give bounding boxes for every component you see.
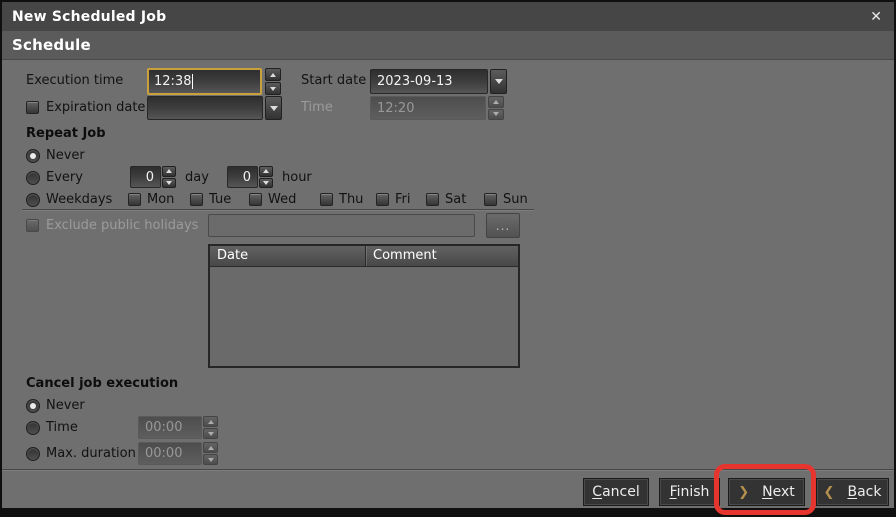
execution-time-input[interactable]: 12:38	[147, 68, 262, 95]
weekday-sat-checkbox[interactable]	[426, 193, 439, 206]
weekday-sat-label[interactable]: Sat	[445, 192, 466, 207]
every-day-stepper	[162, 166, 176, 188]
weekday-fri-label[interactable]: Fri	[395, 192, 411, 207]
every-hour-stepper	[259, 166, 273, 188]
section-header: Schedule	[2, 31, 894, 60]
max-duration-input: 00:00	[138, 442, 202, 465]
expiration-date-dropdown-button[interactable]	[265, 96, 282, 120]
section-separator	[22, 209, 534, 211]
finish-button[interactable]: Finish	[659, 478, 720, 506]
start-date-value: 2023-09-13	[377, 74, 453, 89]
execution-time-stepper	[265, 68, 281, 95]
cancel-time-stepper	[203, 416, 218, 439]
dropdown-arrow-icon	[495, 79, 503, 84]
repeat-never-radio[interactable]	[26, 149, 40, 163]
expiration-date-input[interactable]	[147, 96, 263, 120]
max-duration-stepper	[203, 442, 218, 465]
dialog-new-scheduled-job: New Scheduled Job ✕ Schedule Execution t…	[0, 0, 896, 517]
exclude-holidays-input	[208, 214, 475, 237]
repeat-every-radio[interactable]	[26, 171, 40, 185]
button-bar-separator	[2, 469, 894, 471]
weekday-sun-checkbox[interactable]	[484, 193, 497, 206]
start-date-dropdown-button[interactable]	[490, 69, 507, 94]
text-caret	[192, 74, 193, 89]
weekday-wed-label[interactable]: Wed	[268, 192, 296, 207]
column-header-date[interactable]: Date	[210, 246, 366, 266]
title-bar: New Scheduled Job ✕	[2, 2, 894, 31]
cancel-time-label[interactable]: Time	[46, 420, 78, 435]
repeat-every-label[interactable]: Every	[46, 170, 83, 185]
execution-time-label: Execution time	[26, 68, 123, 94]
spinner-down-icon	[203, 428, 218, 439]
spinner-up-icon	[203, 442, 218, 453]
repeat-job-title: Repeat Job	[26, 126, 106, 141]
expiration-date-label: Expiration date	[46, 96, 145, 120]
repeat-never-label[interactable]: Never	[46, 148, 85, 163]
column-header-comment[interactable]: Comment	[366, 246, 518, 266]
weekday-sun-label[interactable]: Sun	[503, 192, 528, 207]
every-day-input[interactable]: 0	[130, 166, 161, 188]
start-date-input[interactable]: 2023-09-13	[370, 69, 488, 94]
spinner-down-icon[interactable]	[265, 82, 281, 95]
cancel-button[interactable]: Cancel	[583, 478, 649, 506]
weekday-wed-checkbox[interactable]	[249, 193, 262, 206]
holiday-table-header: Date Comment	[210, 246, 518, 267]
repeat-weekdays-label[interactable]: Weekdays	[46, 192, 112, 207]
spinner-up-icon[interactable]	[265, 68, 281, 81]
spinner-down-icon	[488, 109, 504, 121]
window-bottom-edge	[2, 508, 894, 515]
weekday-thu-checkbox[interactable]	[320, 193, 333, 206]
max-duration-radio[interactable]	[26, 447, 40, 461]
chevron-right-icon: ❯	[738, 485, 749, 500]
back-button[interactable]: ❮ Back	[816, 478, 889, 506]
spinner-up-icon[interactable]	[162, 166, 176, 177]
weekday-tue-label[interactable]: Tue	[209, 192, 231, 207]
hour-unit-label: hour	[282, 170, 312, 185]
time-input: 12:20	[370, 96, 486, 120]
time-value: 12:20	[377, 101, 414, 116]
weekday-fri-checkbox[interactable]	[376, 193, 389, 206]
weekday-thu-label[interactable]: Thu	[339, 192, 363, 207]
start-date-label: Start date	[301, 68, 366, 94]
repeat-weekdays-radio[interactable]	[26, 193, 40, 207]
cancel-time-radio[interactable]	[26, 421, 40, 435]
window-title: New Scheduled Job	[12, 9, 870, 25]
spinner-up-icon[interactable]	[259, 166, 273, 177]
section-title: Schedule	[12, 36, 91, 54]
expiration-date-checkbox[interactable]	[26, 101, 39, 114]
weekday-mon-checkbox[interactable]	[128, 193, 141, 206]
dropdown-arrow-icon	[270, 106, 278, 111]
spinner-down-icon	[203, 454, 218, 465]
every-hour-value: 0	[243, 170, 251, 185]
cancel-never-label[interactable]: Never	[46, 398, 85, 413]
cancel-time-value: 00:00	[145, 420, 182, 435]
spinner-down-icon[interactable]	[162, 178, 176, 189]
spinner-down-icon[interactable]	[259, 178, 273, 189]
max-duration-value: 00:00	[145, 446, 182, 461]
exclude-holidays-label: Exclude public holidays	[46, 215, 198, 237]
close-icon[interactable]: ✕	[870, 10, 882, 24]
browse-holidays-button: ...	[486, 213, 520, 238]
holiday-table: Date Comment	[208, 244, 520, 368]
weekday-mon-label[interactable]: Mon	[147, 192, 174, 207]
every-day-value: 0	[146, 170, 154, 185]
spinner-up-icon	[203, 416, 218, 427]
time-label: Time	[301, 96, 333, 120]
holiday-table-body[interactable]	[210, 267, 518, 366]
execution-time-value: 12:38	[154, 74, 191, 89]
cancel-time-input: 00:00	[138, 416, 202, 439]
day-unit-label: day	[185, 170, 209, 185]
cancel-never-radio[interactable]	[26, 399, 40, 413]
time-stepper	[488, 96, 504, 120]
chevron-left-icon: ❮	[824, 485, 835, 500]
exclude-holidays-checkbox	[26, 219, 39, 232]
every-hour-input[interactable]: 0	[227, 166, 258, 188]
next-button[interactable]: ❯ Next	[728, 478, 805, 506]
weekday-tue-checkbox[interactable]	[190, 193, 203, 206]
max-duration-label[interactable]: Max. duration	[46, 446, 136, 461]
cancel-exec-title: Cancel job execution	[26, 376, 178, 391]
spinner-up-icon	[488, 96, 504, 108]
